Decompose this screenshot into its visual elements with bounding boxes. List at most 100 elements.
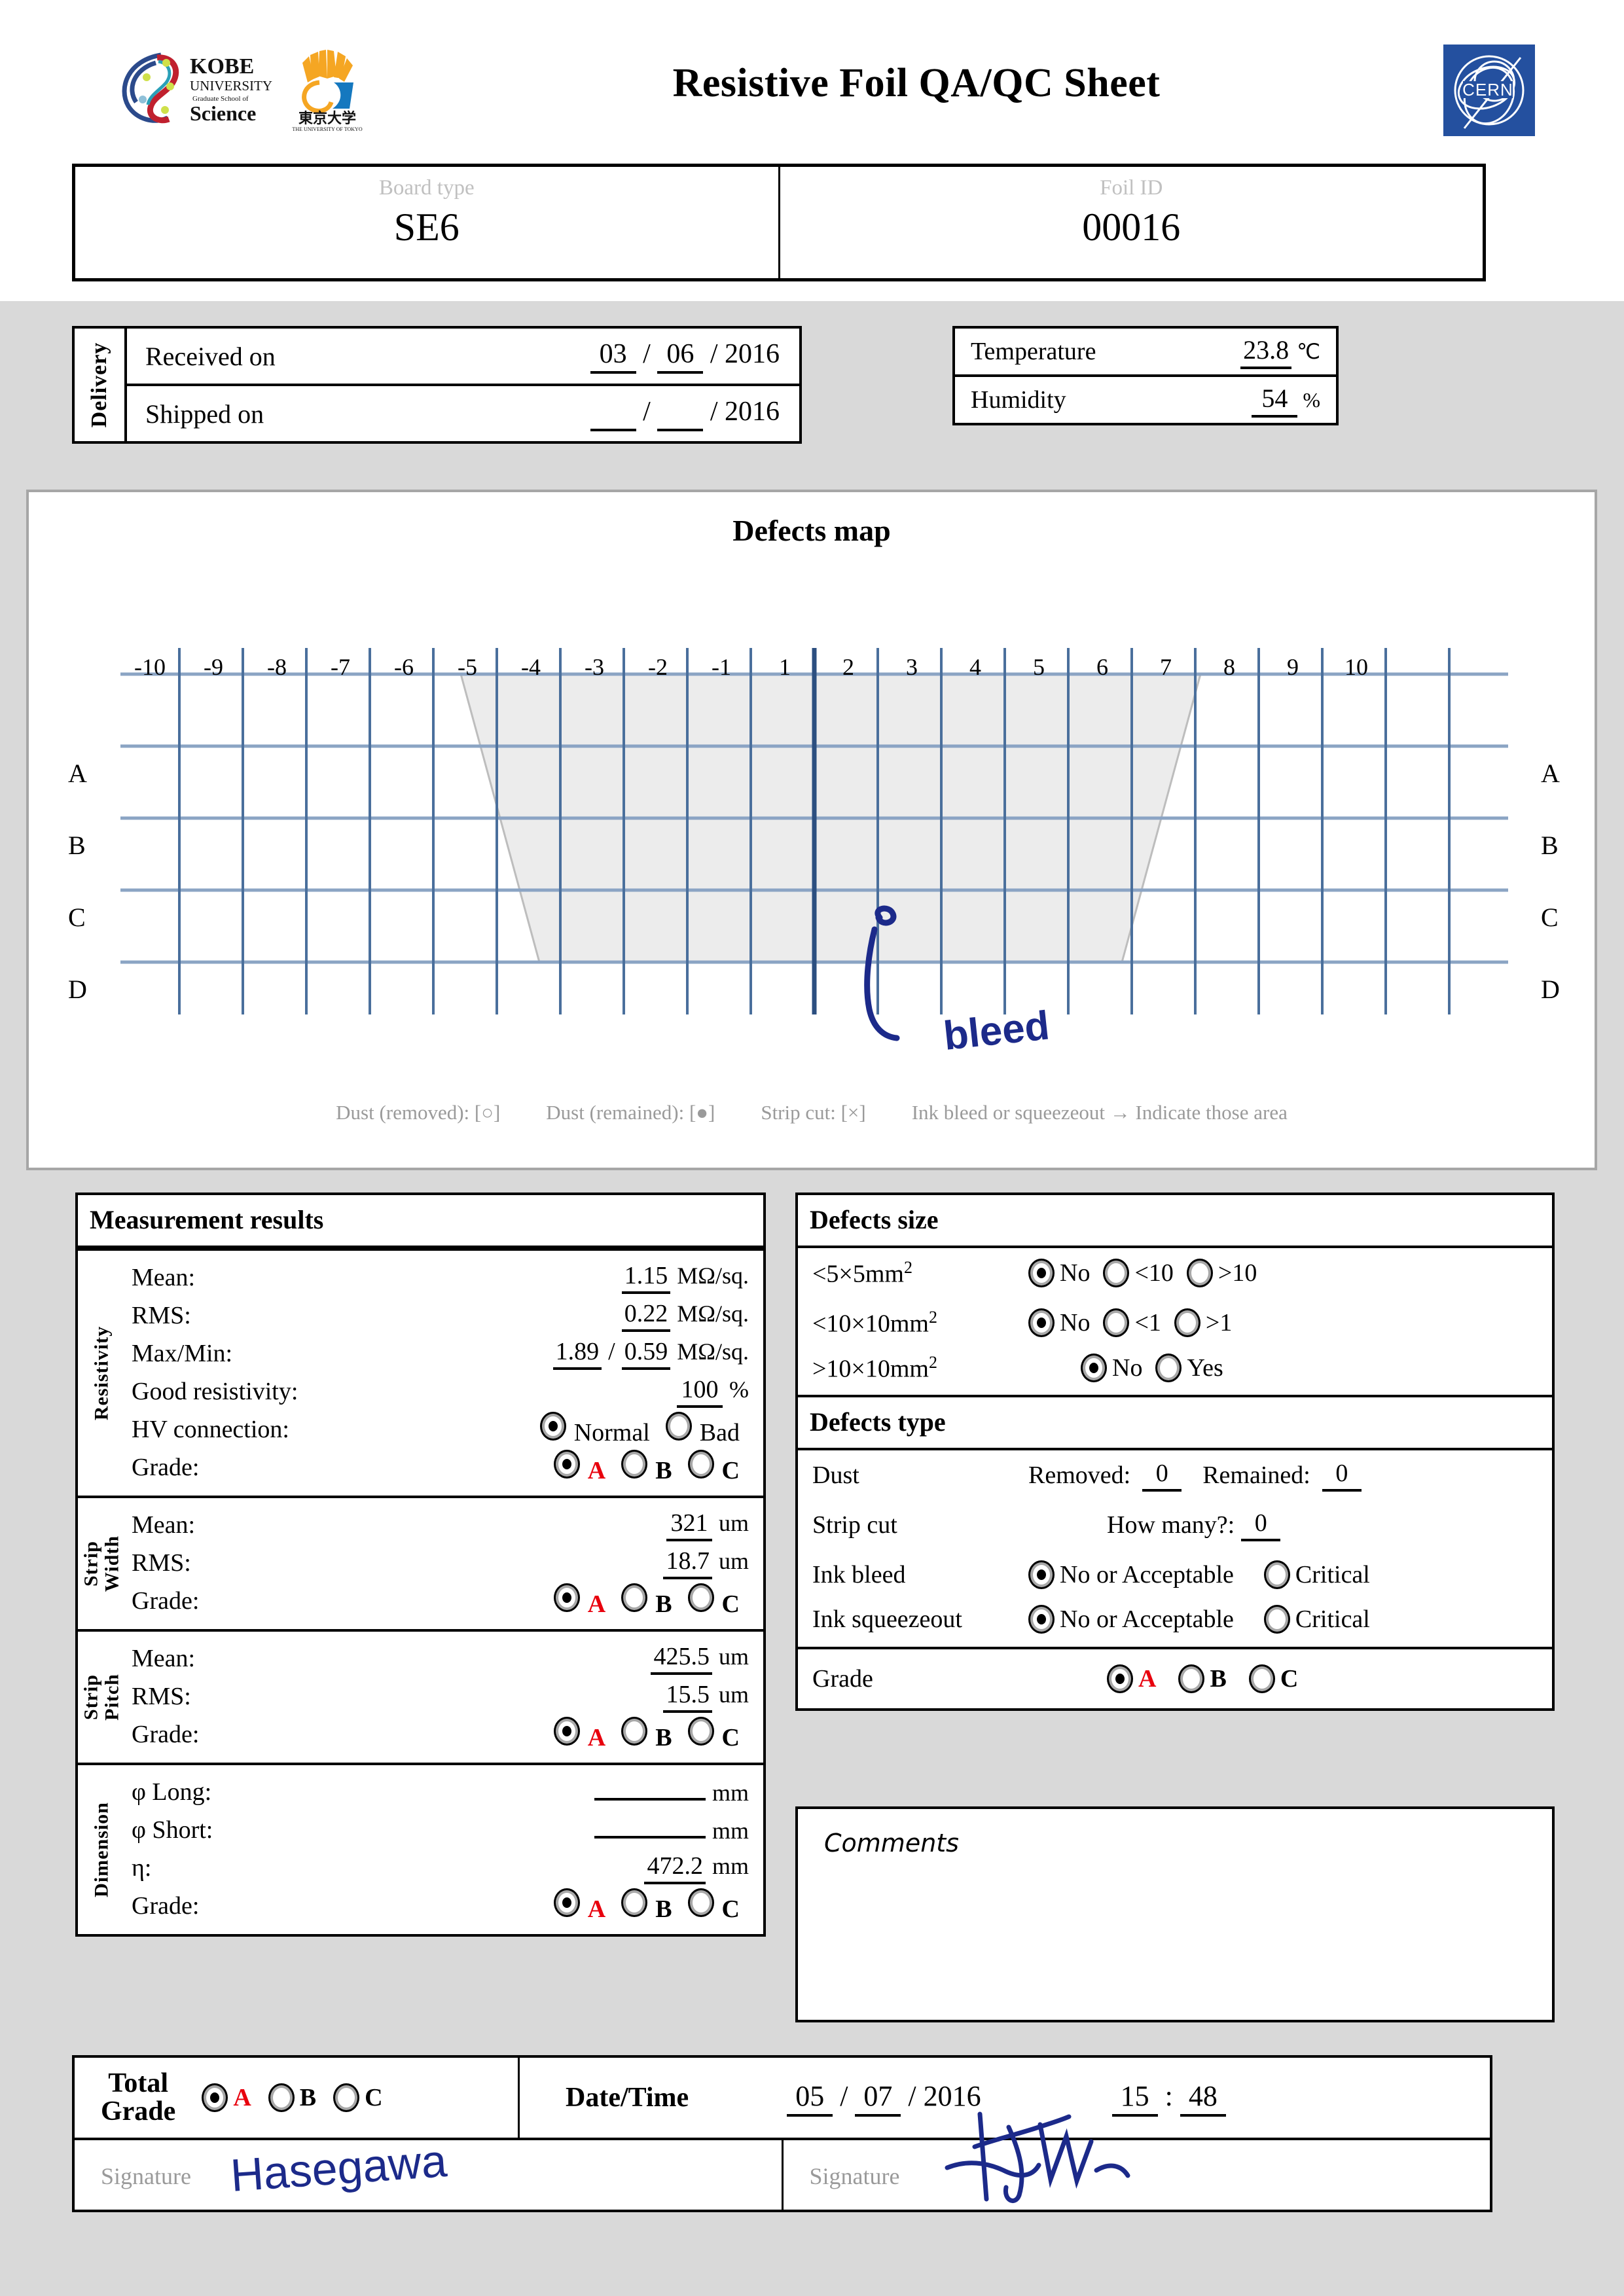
defects-size-row-10x10-lt: <10×10mm2 No <1 >1 [798,1298,1552,1348]
hv-radio-bad[interactable] [665,1412,692,1441]
received-on-row: Received on 03 / 06 / 2016 [127,329,799,384]
ink-bleed-radio-ok[interactable] [1028,1560,1055,1589]
resistivity-rms-value: 0.22 [621,1299,671,1332]
resistivity-mean-row: Mean: 1.15 MΩ/sq. [132,1259,749,1297]
row-label: C [1541,903,1559,932]
strip-cut-label: Strip cut [812,1511,897,1539]
col-label: -6 [394,654,414,680]
ink-squeezeout-radio-critical[interactable] [1263,1605,1290,1634]
ink-bleed-radio-critical[interactable] [1263,1560,1290,1589]
signature-hasegawa: Hasegawa [229,2135,448,2201]
delivery-box: Delivery Received on 03 / 06 / 2016 Ship… [72,326,802,444]
defects-grade-radio-b[interactable] [1178,1664,1205,1693]
strip-width-section: Strip Width Mean: 321 um RMS: 18.7 um Grade… [78,1496,763,1629]
dust-remained-label: Remained: [1202,1462,1310,1489]
defects-grade-radio-c[interactable] [1248,1664,1275,1693]
defects-panel: Defects size <5×5mm2 No <10 >10 <10×10mm… [795,1193,1555,1711]
dimension-eta-value: 472.2 [644,1852,706,1884]
dimension-grade-radio-a[interactable] [553,1888,580,1917]
defects-size-10x10-radio-no[interactable] [1028,1308,1055,1337]
strip-width-grade-radio-b[interactable] [621,1583,648,1612]
signature-cell-2[interactable]: Signature [781,2111,1490,2212]
defects-size-big-radio-no[interactable] [1081,1354,1107,1382]
defects-size-5x5-radio-gt10[interactable] [1186,1259,1213,1287]
dimension-short-unit: mm [712,1817,749,1844]
comments-box[interactable]: Comments [795,1806,1555,2022]
defects-grade-label-b: B [1210,1665,1227,1693]
shipped-month [657,396,704,431]
defects-type-ink-bleed-row: Ink bleed No or Acceptable Critical [798,1550,1552,1600]
strip-width-mean-unit: um [718,1510,749,1536]
strip-pitch-mean-row: Mean: 425.5 um [132,1640,749,1677]
strip-width-rms-unit: um [718,1548,749,1574]
dimension-short-row: φ Short: mm [132,1811,749,1849]
strip-pitch-mean-value: 425.5 [651,1642,712,1675]
university-of-tokyo-logo: 東京大学 THE UNIVERSITY OF TOKYO [292,50,363,132]
dust-removed-value: 0 [1142,1459,1182,1492]
defects-size-5x5-radio-no[interactable] [1028,1259,1055,1287]
total-grade-radio-a[interactable] [202,2083,228,2112]
defects-grade-radio-a[interactable] [1107,1664,1133,1693]
strip-width-tab-label: Strip Width [80,1535,123,1592]
strip-width-grade-radio-a[interactable] [553,1583,580,1612]
col-label: -2 [648,654,668,680]
strip-pitch-mean-unit: um [718,1643,749,1670]
strip-width-grade-radio-c[interactable] [687,1583,714,1612]
ink-squeezeout-radio-ok[interactable] [1028,1605,1055,1634]
resistivity-grade-row: Grade: A B C [132,1448,749,1486]
total-grade-label: Total Grade [101,2068,176,2126]
row-label: B [1541,831,1559,860]
resistivity-mean-value: 1.15 [621,1261,671,1294]
hv-radio-normal[interactable] [539,1412,566,1441]
resistivity-grade-radio-b[interactable] [621,1450,648,1479]
humidity-value: 54 [1252,383,1298,418]
dimension-grade-radio-b[interactable] [621,1888,648,1917]
strip-pitch-grade-radio-a[interactable] [553,1717,580,1746]
strip-pitch-grade-label-b: B [655,1724,672,1751]
kobe-university-logo: KOBE UNIVERSITY Graduate School of Scien… [122,52,272,125]
resistivity-tab-label: Resistivity [90,1325,113,1421]
ink-squeezeout-label: Ink squeezeout [812,1605,962,1633]
col-label: 8 [1223,654,1235,680]
strip-pitch-grade-radio-b[interactable] [621,1717,648,1746]
strip-pitch-mean-label: Mean: [132,1645,196,1672]
board-type-value: SE6 [393,206,460,249]
col-label: -3 [585,654,604,680]
received-year: 2016 [725,339,780,369]
defects-size-big-radio-yes[interactable] [1155,1354,1182,1382]
total-grade-radio-b[interactable] [268,2083,295,2112]
defects-size-title: Defects size [798,1195,1552,1248]
defects-size-5x5-radio-lt10[interactable] [1103,1259,1130,1287]
ink-bleed-label-ok: No or Acceptable [1060,1561,1234,1588]
signature-cell-1[interactable]: Signature Hasegawa [75,2135,782,2212]
defects-map-grid[interactable] [120,648,1508,1014]
defects-size-10x10-radio-lt1[interactable] [1103,1308,1130,1337]
resistivity-grade-radio-a[interactable] [553,1450,580,1479]
strip-pitch-grade-label: Grade: [132,1721,200,1748]
dimension-long-unit: mm [712,1779,749,1806]
environment-box: Temperature 23.8 ℃ Humidity 54% [952,326,1339,425]
total-grade-radio-c[interactable] [333,2083,360,2112]
resistivity-grade-radio-c[interactable] [687,1450,714,1479]
signature-value-1: Hasegawa [229,2135,448,2201]
defects-size-10x10-radio-gt1[interactable] [1174,1308,1200,1337]
defects-size-5x5-label-no: No [1060,1259,1091,1287]
identification-row: Board type SE6 Foil ID 00016 [72,164,1486,281]
resistivity-min-value: 0.59 [621,1337,671,1370]
col-label: -8 [267,654,287,680]
dimension-grade-radio-c[interactable] [687,1888,714,1917]
strip-width-mean-value: 321 [666,1509,712,1541]
defects-type-grade-row: Grade A B C [798,1649,1552,1708]
temperature-value-group: 23.8 ℃ [1240,334,1320,369]
measurement-results-panel: Measurement results Resistivity Mean: 1.… [75,1193,766,1937]
received-month: 06 [657,338,704,374]
delivery-tab-label: Delivery [87,342,111,428]
col-label: 9 [1287,654,1299,680]
col-label: 3 [906,654,918,680]
board-type-cell: Board type SE6 [75,167,778,278]
svg-text:THE UNIVERSITY OF TOKYO: THE UNIVERSITY OF TOKYO [292,126,362,132]
defects-type-title: Defects type [798,1397,1552,1450]
humidity-unit: % [1303,387,1320,412]
strip-pitch-grade-radio-c[interactable] [687,1717,714,1746]
measurement-results-title: Measurement results [78,1195,763,1248]
